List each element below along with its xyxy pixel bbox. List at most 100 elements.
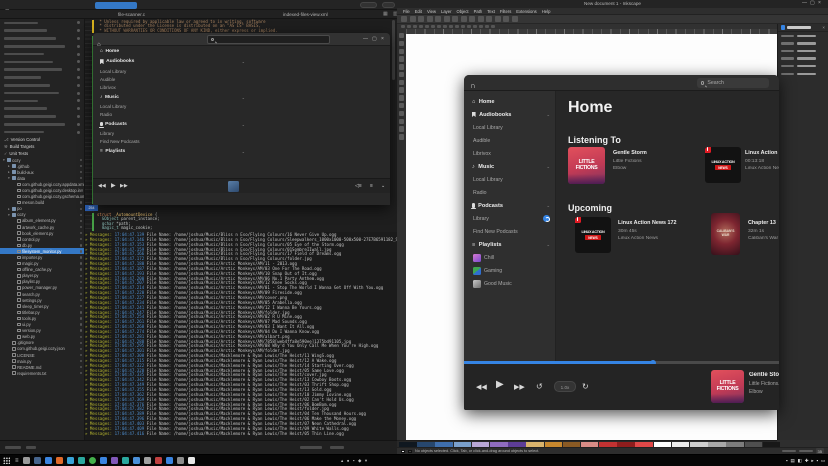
cozy-headerbar[interactable]: ∩ Search <box>464 75 779 91</box>
toolbar-icon[interactable] <box>435 16 441 22</box>
tool-control-icon[interactable] <box>437 25 441 29</box>
menu-extensions[interactable]: Extensions <box>516 9 536 14</box>
play-icon[interactable]: ▶ <box>111 179 116 194</box>
sidebar-section-unit-tests[interactable]: ✓Unit Tests <box>0 150 84 157</box>
close-dot-icon[interactable] <box>77 92 80 95</box>
tray-icon[interactable]: ◆ <box>358 458 361 464</box>
open-file-row[interactable] <box>0 105 84 113</box>
card-art-lan[interactable]: LINUX ACTIONNEWS <box>705 147 741 183</box>
sidebar-item-chill[interactable]: Chill <box>464 251 555 264</box>
open-file-row[interactable] <box>0 120 84 128</box>
editor-scrollbar[interactable] <box>392 20 395 80</box>
open-file-row[interactable] <box>0 27 84 35</box>
indicator-icon[interactable]: ▪ <box>786 458 788 463</box>
indicator-icon[interactable]: ◧ <box>798 458 802 464</box>
sidebar-item-local-library[interactable]: Local Library <box>464 173 555 186</box>
sidebar-item-music[interactable]: Music⌄ <box>464 160 555 173</box>
close-dot-icon[interactable] <box>77 60 80 63</box>
queue-icon[interactable]: ≡ <box>370 179 373 194</box>
close-dot-icon[interactable] <box>77 37 80 40</box>
taskbar-app-icon[interactable] <box>34 457 41 464</box>
taskbar-app-icon[interactable] <box>111 457 118 464</box>
taskbar-app-icon[interactable] <box>144 457 151 464</box>
sidebar-item-local-library[interactable]: Local Library <box>93 67 253 75</box>
chevron-down-icon[interactable]: ⌄ <box>546 112 550 118</box>
sidebar-section-version-control[interactable]: ⎇Version Control <box>0 136 84 143</box>
open-file-row[interactable] <box>0 50 84 58</box>
sidebar-item-audible[interactable]: Audible <box>93 75 253 83</box>
sidebar-section-build-targets[interactable]: ⚒Build Targets <box>0 143 84 150</box>
sidebar-item-gaming[interactable]: Gaming <box>464 264 555 277</box>
sidebar-item-audible[interactable]: Audible <box>464 134 555 147</box>
open-file-row[interactable] <box>0 97 84 105</box>
tray-icon[interactable]: ▾ <box>365 458 367 464</box>
open-file-row[interactable] <box>0 128 84 136</box>
open-file-row[interactable] <box>0 113 84 121</box>
menu-file[interactable]: File <box>403 9 410 14</box>
menu-path[interactable]: Path <box>474 9 483 14</box>
stroke-swatch[interactable] <box>408 450 412 453</box>
next-icon[interactable]: ▶▶ <box>120 179 128 194</box>
tool-control-icon[interactable] <box>485 25 489 29</box>
tool-icon[interactable] <box>399 134 404 139</box>
menu-text[interactable]: Text <box>487 9 495 14</box>
toolbar-icon[interactable] <box>444 16 450 22</box>
tool-control-icon[interactable] <box>443 25 447 29</box>
tool-control-icon[interactable] <box>461 25 465 29</box>
chevron-down-icon[interactable]: ⌄ <box>242 59 245 64</box>
tab-editor-file[interactable]: file-scanner.c <box>118 10 145 19</box>
toolbar-icon[interactable] <box>410 16 416 22</box>
sidebar-item-local-library[interactable]: Local Library <box>93 102 253 110</box>
taskbar-app-icon[interactable] <box>177 457 184 464</box>
taskbar-app-icon[interactable] <box>166 457 173 464</box>
taskbar-app-icon[interactable] <box>122 457 129 464</box>
open-file-row[interactable] <box>0 66 84 74</box>
toolbar-icon[interactable] <box>478 16 484 22</box>
mini-close-icon[interactable]: × <box>381 33 384 46</box>
close-dot-icon[interactable] <box>77 53 80 56</box>
taskbar-app-icon[interactable] <box>45 457 52 464</box>
app-grid-icon[interactable] <box>3 457 10 464</box>
toolbar-icon[interactable] <box>401 16 407 22</box>
fill-swatch[interactable] <box>401 450 405 453</box>
tool-icon[interactable] <box>399 119 404 124</box>
chevron-down-icon[interactable]: ⌄ <box>242 95 245 100</box>
sidebar-item-local-library[interactable]: Local Library <box>464 121 555 134</box>
toolbar-icon[interactable] <box>461 16 467 22</box>
collapse-icon[interactable]: ⌄ <box>381 179 385 194</box>
card-art-cw[interactable]: CALIBAN'SWAR <box>711 213 740 255</box>
tool-icon[interactable] <box>399 87 404 92</box>
tool-icon[interactable] <box>399 126 404 131</box>
taskbar-app-icon[interactable] <box>100 457 107 464</box>
open-file-row[interactable] <box>0 19 84 27</box>
messages-log-panel[interactable]: » Messages: 17:04:47.139 File Name: /hom… <box>85 232 397 440</box>
sidebar-item-home[interactable]: Home <box>93 46 253 57</box>
sidebar-item-librivox[interactable]: Librivox <box>93 84 253 92</box>
tool-icon[interactable] <box>399 56 404 61</box>
playback-speed-button[interactable]: 1.0x <box>554 381 576 392</box>
close-dot-icon[interactable] <box>77 99 80 102</box>
sidebar-item-library[interactable]: Library <box>464 212 555 225</box>
close-dot-icon[interactable] <box>77 123 80 126</box>
taskbar-app-icon[interactable] <box>133 457 140 464</box>
toolbar-icon[interactable] <box>512 16 518 22</box>
close-dot-icon[interactable] <box>77 84 80 87</box>
indicator-icon[interactable]: ✚ <box>805 458 809 464</box>
toolbar-icon[interactable] <box>469 16 475 22</box>
chevron-down-icon[interactable]: ⌄ <box>546 203 550 209</box>
toolbar-icon[interactable] <box>503 16 509 22</box>
next-button[interactable]: ▶▶ <box>514 380 525 395</box>
chevron-down-icon[interactable]: ⌄ <box>242 149 245 154</box>
close-dot-icon[interactable] <box>77 131 80 134</box>
indicator-icon[interactable]: ▤ <box>790 458 794 464</box>
run-menu-pill[interactable] <box>382 2 395 8</box>
sidebar-item-audiobooks[interactable]: Audiobooks⌄ <box>93 57 253 68</box>
menu-layer[interactable]: Layer <box>441 9 451 14</box>
tool-control-icon[interactable] <box>467 25 471 29</box>
forward-button[interactable]: ↻ <box>582 379 589 394</box>
tool-control-icon[interactable] <box>491 25 495 29</box>
sidebar-item-home[interactable]: Home <box>464 95 555 108</box>
mini-maximize-icon[interactable]: ▢ <box>372 33 377 46</box>
card-art-lan[interactable]: LINUX ACTIONNEWS <box>575 217 611 253</box>
tool-icon[interactable] <box>399 72 404 77</box>
